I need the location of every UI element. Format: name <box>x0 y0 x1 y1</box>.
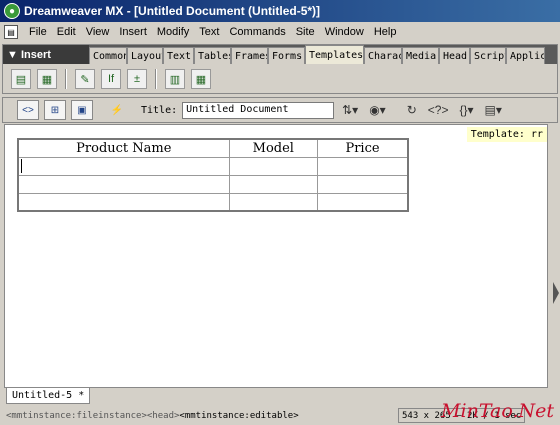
table-row <box>17 174 409 194</box>
right-panel-edge <box>549 124 558 388</box>
toolbar-separator <box>65 69 67 89</box>
header-product-name[interactable]: Product Name <box>17 138 230 158</box>
table-row <box>17 192 409 212</box>
header-price[interactable]: Price <box>317 138 409 158</box>
tab-script[interactable]: Script <box>470 47 506 64</box>
tab-text[interactable]: Text <box>163 47 194 64</box>
refresh-icon[interactable]: ↻ <box>404 103 420 117</box>
document-icon[interactable]: ▤ <box>4 25 18 39</box>
toolbar-separator <box>155 69 157 89</box>
header-model[interactable]: Model <box>228 138 319 158</box>
table-cell[interactable] <box>17 174 230 194</box>
menu-site[interactable]: Site <box>291 26 320 38</box>
file-management-icon[interactable]: ⇅▾ <box>339 103 361 117</box>
code-view-icon[interactable]: <> <box>17 100 39 120</box>
split-view-icon[interactable]: ⊞ <box>44 100 66 120</box>
code-navigation-icon[interactable]: {}▾ <box>456 103 476 117</box>
make-nested-template-icon[interactable]: ▦ <box>37 69 57 89</box>
design-view-icon[interactable]: ▣ <box>71 100 93 120</box>
tab-common[interactable]: Common <box>89 47 127 64</box>
repeating-region-icon[interactable]: ± <box>127 69 147 89</box>
status-bar: <mmtinstance:fileinstance> <head> <mmtin… <box>0 400 560 425</box>
watermark: MinTao.Net <box>441 400 554 422</box>
menu-insert[interactable]: Insert <box>114 26 152 38</box>
table-cell[interactable] <box>317 192 409 212</box>
insert-icon-row: ▤ ▦ ✎ If ± ▥ ▦ <box>3 64 557 94</box>
text-cursor <box>21 159 22 173</box>
dreamweaver-app-icon[interactable]: ● <box>4 3 20 19</box>
menu-view[interactable]: View <box>81 26 115 38</box>
tab-head[interactable]: Head <box>439 47 470 64</box>
tag-selector-editable[interactable]: <mmtinstance:editable> <box>179 411 298 421</box>
menu-file[interactable]: File <box>24 26 52 38</box>
debug-icon[interactable]: ⚡ <box>106 100 128 120</box>
insert-panel-label[interactable]: ▼ Insert <box>3 45 89 64</box>
menu-text[interactable]: Text <box>194 26 224 38</box>
menu-bar: ▤ File Edit View Insert Modify Text Comm… <box>0 22 560 42</box>
optional-region-icon[interactable]: If <box>101 69 121 89</box>
table-cell[interactable] <box>17 156 230 176</box>
menu-help[interactable]: Help <box>369 26 402 38</box>
tab-templates[interactable]: Templates <box>305 45 364 64</box>
title-bar: ● Dreamweaver MX - [Untitled Document (U… <box>0 0 560 22</box>
table-cell[interactable] <box>17 192 230 212</box>
table-cell[interactable] <box>317 174 409 194</box>
table-cell[interactable] <box>228 156 319 176</box>
document-design-area[interactable]: Template: rr Product Name Model Price <box>4 124 548 388</box>
make-template-icon[interactable]: ▤ <box>11 69 31 89</box>
tab-media[interactable]: Media <box>402 47 439 64</box>
table-header-row: Product Name Model Price <box>17 138 409 158</box>
tab-frames[interactable]: Frames <box>231 47 268 64</box>
tab-tables[interactable]: Tables <box>194 47 231 64</box>
table-cell[interactable] <box>228 192 319 212</box>
editable-optional-region-icon[interactable]: ▥ <box>165 69 185 89</box>
product-table: Product Name Model Price <box>17 138 409 212</box>
insert-tab-strip: ▼ Insert Common Layout Text Tables Frame… <box>3 45 557 64</box>
preview-browser-icon[interactable]: ◉▾ <box>366 103 389 117</box>
table-cell[interactable] <box>317 156 409 176</box>
document-tab[interactable]: Untitled-5 * <box>6 388 91 404</box>
tag-selector-fileinstance[interactable]: <mmtinstance:fileinstance> <box>6 411 147 421</box>
tab-application[interactable]: Application <box>506 47 545 64</box>
view-options-icon[interactable]: ▤▾ <box>482 103 505 117</box>
table-cell[interactable] <box>228 174 319 194</box>
menu-commands[interactable]: Commands <box>224 26 290 38</box>
window-title: Dreamweaver MX - [Untitled Document (Unt… <box>24 4 321 18</box>
menu-modify[interactable]: Modify <box>152 26 194 38</box>
insert-panel: ▼ Insert Common Layout Text Tables Frame… <box>2 44 558 94</box>
title-label: Title: <box>141 104 178 116</box>
editable-region-icon[interactable]: ✎ <box>75 69 95 89</box>
document-toolbar: <> ⊞ ▣ ⚡ Title: Untitled Document ⇅▾ ◉▾ … <box>2 97 558 123</box>
table-row <box>17 156 409 176</box>
tab-characters[interactable]: Characters <box>364 47 402 64</box>
menu-edit[interactable]: Edit <box>52 26 81 38</box>
template-label: Template: rr <box>466 127 547 142</box>
tag-selector-head[interactable]: <head> <box>147 411 180 421</box>
title-input[interactable]: Untitled Document <box>182 101 335 119</box>
tab-forms[interactable]: Forms <box>268 47 305 64</box>
menu-window[interactable]: Window <box>320 26 369 38</box>
reference-icon[interactable]: <?> <box>425 103 452 117</box>
tab-layout[interactable]: Layout <box>127 47 163 64</box>
repeating-table-icon[interactable]: ▦ <box>191 69 211 89</box>
